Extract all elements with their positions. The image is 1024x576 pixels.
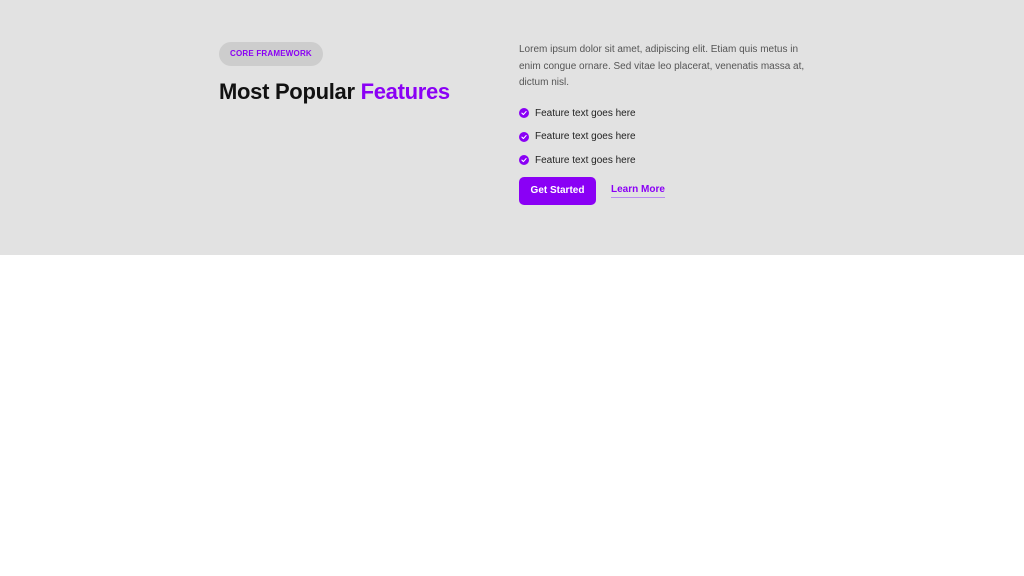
section-title: Most Popular Features <box>219 79 499 105</box>
check-circle-icon <box>519 131 529 142</box>
section-title-accent: Features <box>360 79 451 104</box>
feature-text: Feature text goes here <box>535 131 636 143</box>
section-description: Lorem ipsum dolor sit amet, adipiscing e… <box>519 44 805 88</box>
check-circle-icon <box>519 155 529 166</box>
section-title-main: Most Popular <box>219 79 361 104</box>
feature-item: Feature text goes here <box>519 129 809 144</box>
feature-item: Feature text goes here <box>519 106 809 121</box>
blank-content-area <box>0 255 1024 576</box>
check-circle-icon <box>519 108 529 118</box>
feature-item: Feature text goes here <box>519 153 809 168</box>
action-group: Get Started Learn More <box>519 176 809 205</box>
section-content: Lorem ipsum dolor sit amet, adipiscing e… <box>519 42 809 205</box>
section-heading-group: CORE FRAMEWORK Most Popular Features <box>219 42 499 105</box>
category-badge: CORE FRAMEWORK <box>219 42 323 66</box>
learn-more-link[interactable]: Learn More <box>611 184 665 198</box>
features-section: CORE FRAMEWORK Most Popular Features Lor… <box>0 0 1024 255</box>
feature-text: Feature text goes here <box>535 154 636 166</box>
feature-list: Feature text goes here Feature text goes… <box>519 106 809 168</box>
get-started-button[interactable]: Get Started <box>519 176 596 205</box>
feature-text: Feature text goes here <box>535 107 636 119</box>
